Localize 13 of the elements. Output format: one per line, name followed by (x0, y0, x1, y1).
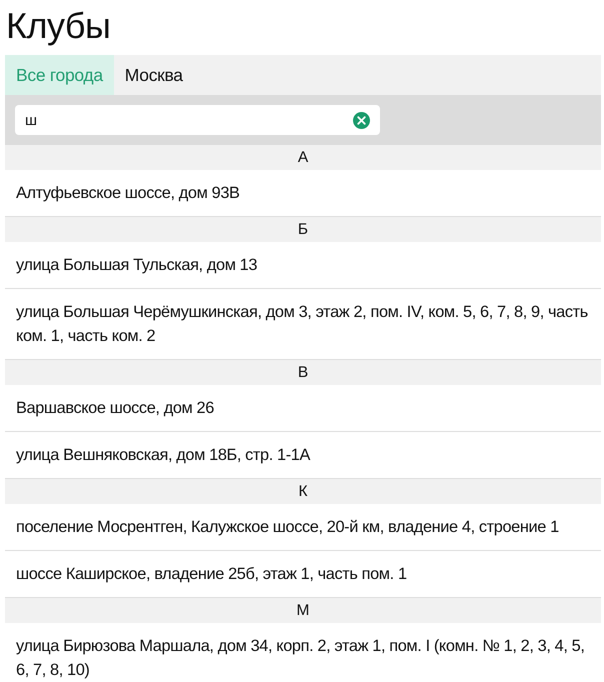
club-address-item[interactable]: улица Бирюзова Маршала, дом 34, корп. 2, этаж 1, пом. I (комн. № 1, 2, 3, 4, 5, 6, 7, 8, 10) (5, 623, 601, 682)
search-field[interactable]: ш (15, 105, 380, 135)
city-tab[interactable]: Москва (114, 55, 194, 95)
club-address-item[interactable]: Варшавское шоссе, дом 26 (5, 385, 601, 432)
letter-header: К (5, 479, 601, 504)
letter-header: В (5, 360, 601, 385)
letter-header: Б (5, 217, 601, 242)
letter-header: А (5, 145, 601, 170)
letter-header: М (5, 598, 601, 623)
club-address-item[interactable]: улица Большая Тульская, дом 13 (5, 242, 601, 289)
clear-icon[interactable] (353, 112, 370, 128)
club-address-item[interactable]: поселение Мосрентген, Калужское шоссе, 20-й км, владение 4, строение 1 (5, 504, 601, 551)
page-title: Клубы (5, 4, 112, 48)
